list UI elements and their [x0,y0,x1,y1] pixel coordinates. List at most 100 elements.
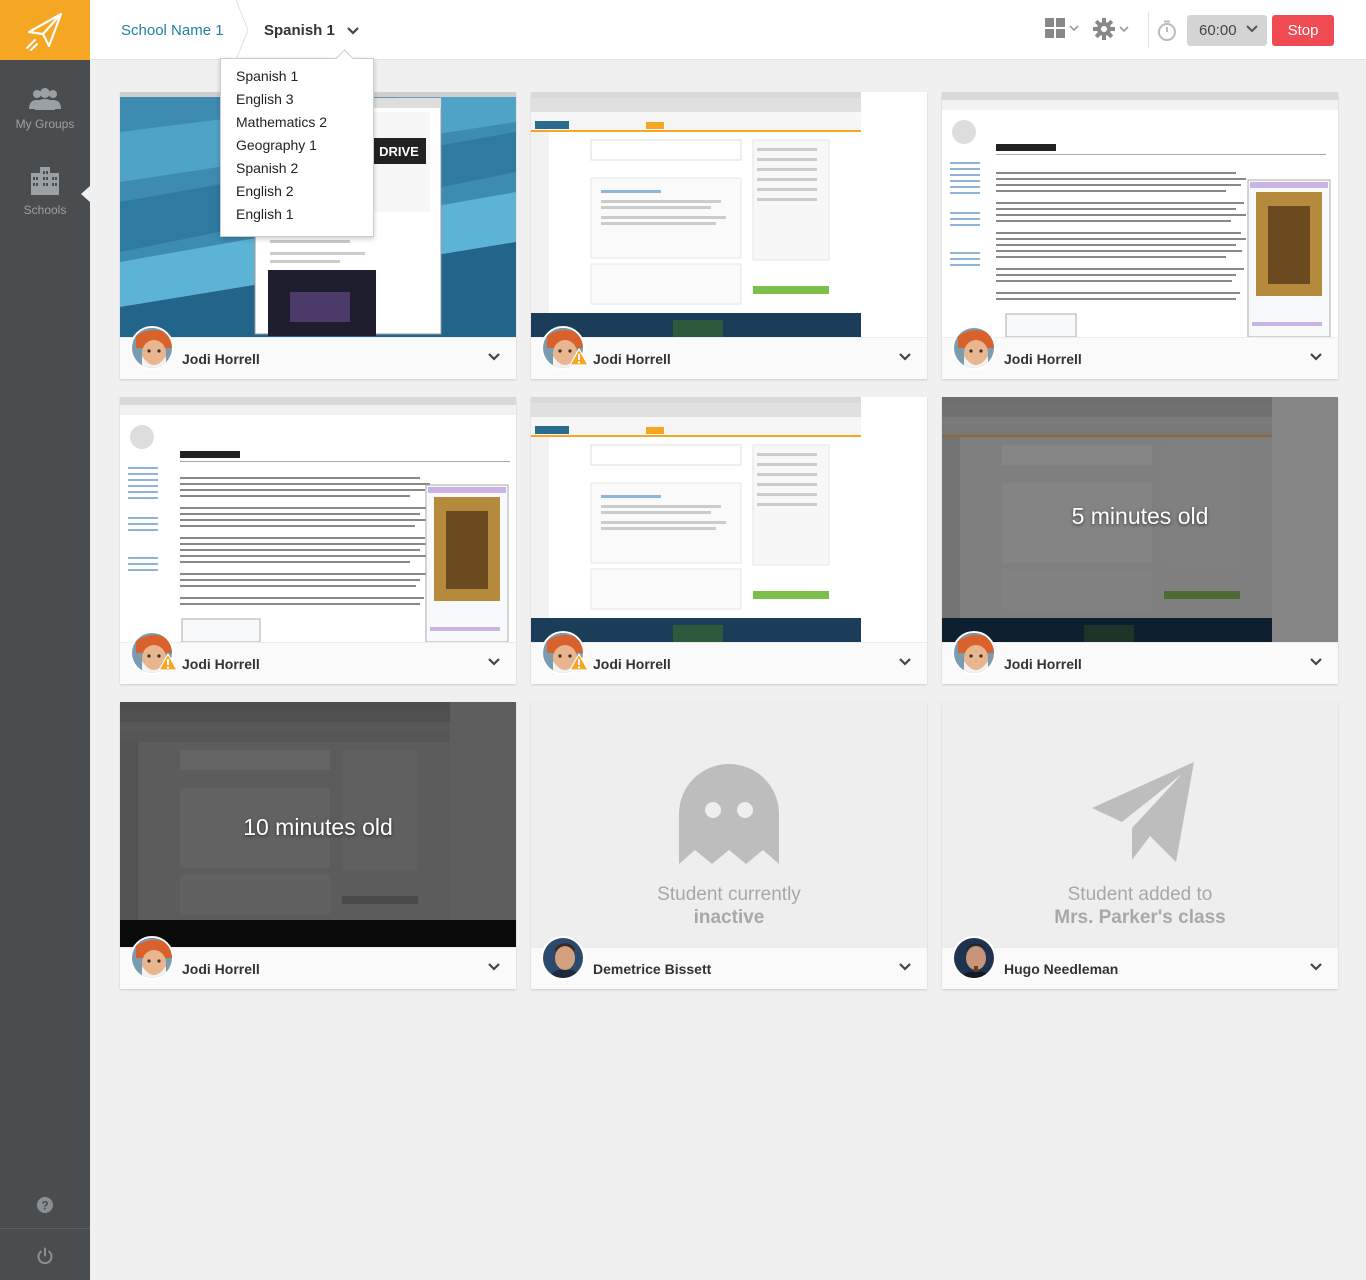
wikipedia-screenshot [120,397,516,642]
wikipedia-screenshot [942,92,1338,337]
card-footer: Jodi Horrell [120,326,516,379]
student-name: Hugo Needleman [1004,961,1119,977]
screenshot-age-label: 10 minutes old [243,814,393,840]
ghost-icon [679,764,779,864]
schools-icon [31,167,59,195]
student-card[interactable]: Jodi Horrell [942,92,1338,379]
groups-icon [29,88,61,110]
avatar [541,936,585,980]
warning-icon [569,653,589,671]
avatar [130,936,174,980]
student-card[interactable]: Student currently inactive Demetrice Bis… [531,702,927,989]
class-selector[interactable]: Spanish 1 [264,22,359,39]
sidebar-item-my-groups[interactable]: My Groups [0,68,90,150]
grid-icon [1045,18,1065,38]
student-name: Jodi Horrell [182,351,260,367]
dropdown-item-geography-1[interactable]: Geography 1 [221,134,373,157]
chevron-down-icon[interactable] [488,963,500,971]
class-selector-label: Spanish 1 [264,22,335,39]
avatar [130,326,174,370]
inactive-status-text: Student currently inactive [531,883,927,929]
chevron-down-icon [1069,24,1079,31]
student-name: Jodi Horrell [182,656,260,672]
chevron-down-icon [1119,25,1129,32]
view-layout-menu[interactable] [1045,18,1079,38]
student-name: Jodi Horrell [593,656,671,672]
screen-thumbnail[interactable]: 5 minutes old [942,397,1338,642]
sidebar-divider [0,1228,90,1229]
dropdown-item-spanish-1[interactable]: Spanish 1 [221,65,373,88]
dropdown-item-english-1[interactable]: English 1 [221,203,373,226]
settings-menu[interactable] [1093,18,1129,40]
screen-thumbnail[interactable]: 10 minutes old [120,702,516,947]
dropdown-item-english-2[interactable]: English 2 [221,180,373,203]
chevron-down-icon [347,26,359,35]
student-card[interactable]: Jodi Horrell [120,397,516,684]
screen-thumbnail[interactable] [942,92,1338,337]
power-button[interactable] [0,1245,90,1267]
timer-indicator [1157,20,1177,42]
chevron-down-icon[interactable] [899,963,911,971]
status-line-2: Mrs. Parker's class [1054,907,1226,928]
screen-thumbnail[interactable] [531,397,927,642]
warning-icon [569,348,589,366]
dropdown-item-spanish-2[interactable]: Spanish 2 [221,157,373,180]
warning-icon [158,653,178,671]
app-logo[interactable] [0,0,90,60]
timer-select[interactable]: 60:00 [1187,15,1267,46]
sidebar-item-schools[interactable]: Schools [0,150,90,232]
svg-text:DRIVE: DRIVE [379,144,419,159]
inactive-placeholder: Student currently inactive [531,702,927,947]
avatar [952,326,996,370]
card-footer: Jodi Horrell [531,326,927,379]
gear-icon [1093,18,1115,40]
student-name: Jodi Horrell [182,961,260,977]
dropdown-item-english-3[interactable]: English 3 [221,88,373,111]
chevron-down-icon[interactable] [488,658,500,666]
screen-thumbnail[interactable] [120,397,516,642]
sidebar-item-label: Schools [23,203,67,217]
power-icon [37,1247,53,1265]
student-card[interactable]: 5 minutes old Jodi Horrell [942,397,1338,684]
student-name: Jodi Horrell [593,351,671,367]
added-status-text: Student added to Mrs. Parker's class [942,883,1338,929]
student-name: Jodi Horrell [1004,656,1082,672]
avatar [952,936,996,980]
student-name: Jodi Horrell [1004,351,1082,367]
card-footer: Jodi Horrell [120,631,516,684]
student-card[interactable]: Student added to Mrs. Parker's class Hug… [942,702,1338,989]
breadcrumb-separator [236,0,248,60]
stop-button[interactable]: Stop [1272,15,1334,46]
help-icon: ? [37,1197,53,1213]
sidebar: My Groups Schools ? [0,0,90,1280]
chevron-down-icon[interactable] [1310,658,1322,666]
card-footer: Demetrice Bissett [531,936,927,989]
card-footer: Jodi Horrell [942,631,1338,684]
student-card[interactable]: 10 minutes old Jodi Horrell [120,702,516,989]
avatar [952,631,996,675]
card-footer: Jodi Horrell [531,631,927,684]
sidebar-item-label: My Groups [15,117,75,131]
screen-thumbnail[interactable] [531,92,927,337]
dropdown-item-mathematics-2[interactable]: Mathematics 2 [221,111,373,134]
timer-icon [1158,20,1176,41]
student-card[interactable]: Jodi Horrell [531,92,927,379]
logo-plane-icon [26,12,63,51]
chevron-down-icon[interactable] [1310,963,1322,971]
chevron-down-icon[interactable] [488,353,500,361]
class-dropdown-menu: Spanish 1 English 3 Mathematics 2 Geogra… [220,58,374,237]
screenshot-age-label: 5 minutes old [1071,503,1209,529]
top-bar: School Name 1 Spanish 1 60:00 Stop [90,0,1366,60]
chevron-down-icon[interactable] [899,658,911,666]
chevron-down-icon[interactable] [1310,353,1322,361]
card-footer: Hugo Needleman [942,936,1338,989]
breadcrumb-school[interactable]: School Name 1 [121,22,224,39]
paper-plane-icon [1092,762,1194,862]
help-button[interactable]: ? [0,1194,90,1216]
status-line-1: Student added to [1067,884,1213,905]
card-footer: Jodi Horrell [120,936,516,989]
svg-text:?: ? [41,1199,48,1213]
student-card[interactable]: Jodi Horrell [531,397,927,684]
card-footer: Jodi Horrell [942,326,1338,379]
chevron-down-icon[interactable] [899,353,911,361]
